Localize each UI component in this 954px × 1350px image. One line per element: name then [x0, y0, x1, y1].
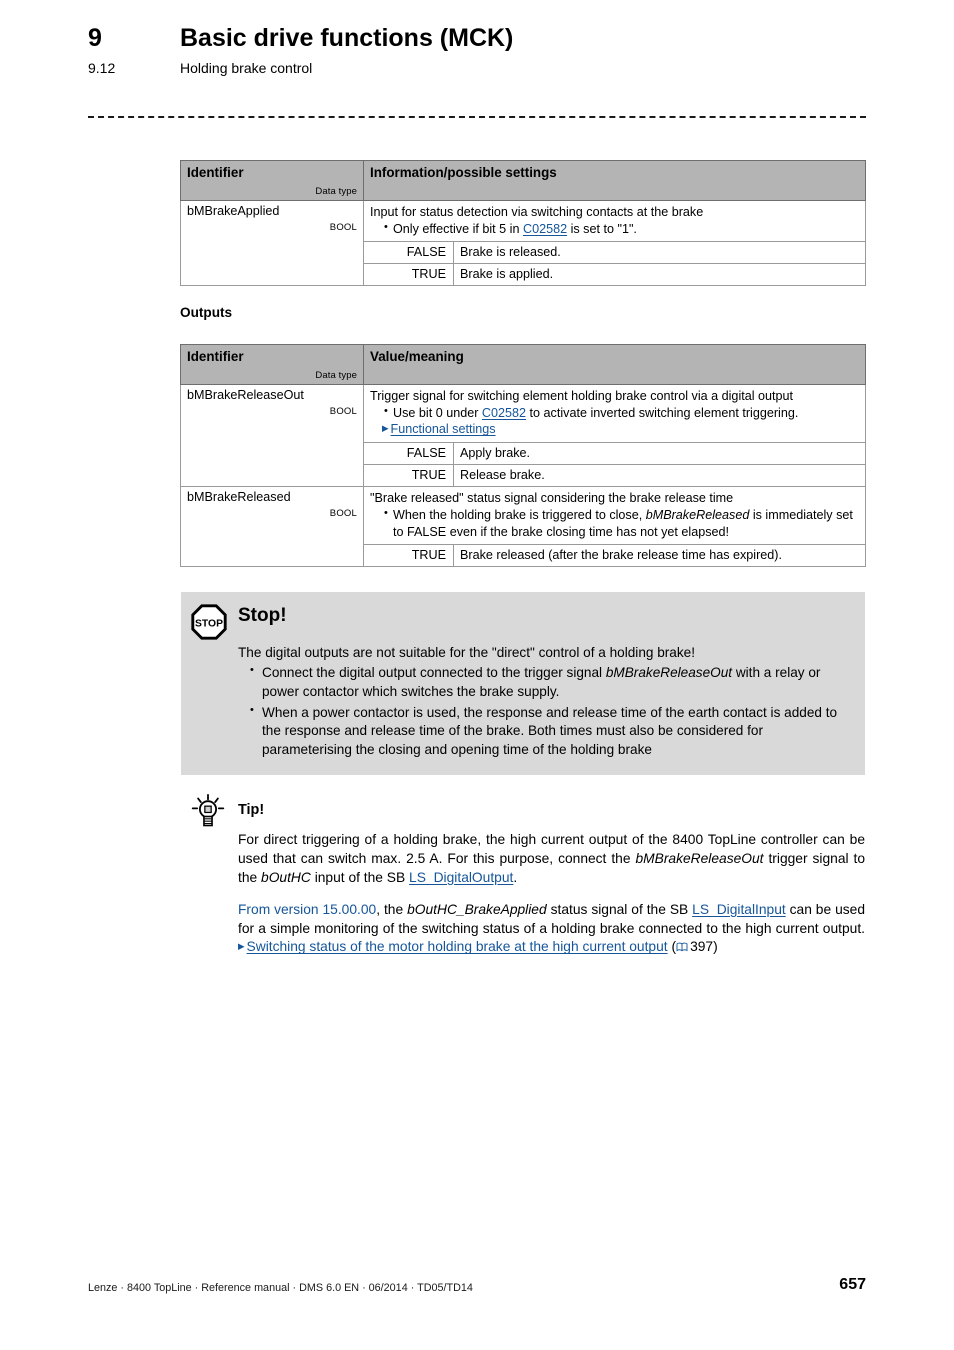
- column-header-value-meaning: Value/meaning: [363, 344, 866, 385]
- section-title: Holding brake control: [180, 60, 313, 76]
- description-cell: "Brake released" status signal consideri…: [363, 486, 866, 546]
- outputs-table: Identifier Data type Value/meaning bMBra…: [180, 344, 866, 568]
- table-header-row: Identifier Data type Information/possibl…: [180, 160, 866, 201]
- book-icon: [676, 939, 688, 952]
- data-type-label: Data type: [315, 370, 357, 381]
- sb-link-ls-digitalinput[interactable]: LS_DigitalInput: [692, 902, 786, 917]
- tip-p2-part-b: status signal of the SB: [546, 901, 693, 917]
- cross-reference-line: ▶ Functional settings: [370, 421, 859, 438]
- list-item: Use bit 0 under C02582 to activate inver…: [384, 404, 859, 422]
- bullet-text-post: to activate inverted switching element t…: [526, 405, 799, 420]
- cross-reference-functional-settings[interactable]: Functional settings: [391, 422, 496, 436]
- identifier-name: bMBrakeReleaseOut: [187, 388, 304, 402]
- table-header-row: Identifier Data type Value/meaning: [180, 344, 866, 385]
- tip-signal-name-3: bOutHC_BrakeApplied: [407, 901, 547, 917]
- bullet-text-pre: When the holding brake is triggered to c…: [393, 507, 646, 522]
- tip-signal-name-2: bOutHC: [261, 869, 311, 885]
- identifier-datatype: BOOL: [329, 222, 357, 233]
- column-header-identifier: Identifier Data type: [180, 160, 364, 201]
- value-meaning: Brake released (after the brake release …: [453, 544, 866, 568]
- stop-octagon-icon: STOP: [191, 604, 227, 640]
- stop-bullets: Connect the digital output connected to …: [238, 663, 848, 760]
- sb-link-ls-digitaloutput[interactable]: LS_DigitalOutput: [409, 870, 513, 885]
- chapter-title: Basic drive functions (MCK): [180, 24, 514, 52]
- tip-p1-part-c: input of the SB: [310, 869, 410, 885]
- value-meaning: Apply brake.: [453, 442, 866, 466]
- description-lead: Trigger signal for switching element hol…: [370, 389, 794, 403]
- identifier-datatype: BOOL: [329, 406, 357, 417]
- identifier-cell: bMBrakeReleaseOut BOOL: [180, 383, 364, 488]
- bullet-signal-name: bMBrakeReleaseOut: [605, 665, 733, 681]
- page-reference-number: 397: [690, 939, 714, 955]
- tip-p1-part-d: .: [513, 869, 518, 885]
- bullet-text-pre: Use bit 0 under: [393, 405, 482, 420]
- identifier-cell: bMBrakeApplied BOOL: [180, 199, 364, 287]
- tip-body: For direct triggering of a holding brake…: [238, 831, 865, 957]
- footer-text: Lenze · 8400 TopLine · Reference manual …: [88, 1282, 473, 1294]
- chapter-heading: 9 Basic drive functions (MCK): [88, 24, 868, 53]
- section-heading: 9.12 Holding brake control: [88, 60, 868, 76]
- table-row: bMBrakeApplied BOOL Input for status det…: [180, 199, 866, 287]
- cross-reference-switching-status[interactable]: Switching status of the motor holding br…: [247, 939, 668, 954]
- section-number: 9.12: [88, 60, 116, 76]
- description-lead: Input for status detection via switching…: [370, 205, 704, 219]
- identifier-name: bMBrakeReleased: [187, 490, 291, 505]
- table-row: bMBrakeReleased BOOL "Brake released" st…: [180, 486, 866, 568]
- stop-body: The digital outputs are not suitable for…: [238, 644, 848, 760]
- stop-warning-box: STOP Stop! The digital outputs are not s…: [181, 592, 865, 775]
- bullet-text-pre: Connect the digital output connected to …: [262, 665, 606, 681]
- inputs-table: Identifier Data type Information/possibl…: [180, 160, 866, 287]
- table-row: bMBrakeReleaseOut BOOL Trigger signal fo…: [180, 383, 866, 488]
- bullet-text-post: is set to "1".: [567, 221, 637, 236]
- column-header-identifier: Identifier Data type: [180, 344, 364, 385]
- bullet-signal-name: bMBrakeReleased: [645, 507, 750, 522]
- tip-paragraph-1: For direct triggering of a holding brake…: [238, 831, 865, 888]
- identifier-name: bMBrakeApplied: [187, 204, 280, 218]
- chapter-number: 9: [88, 24, 102, 52]
- value-meaning: Release brake.: [453, 464, 866, 488]
- page-number: 657: [839, 1276, 866, 1293]
- list-item: Only effective if bit 5 in C02582 is set…: [384, 220, 859, 238]
- description-cell: Input for status detection via switching…: [363, 199, 866, 243]
- value-name: FALSE: [363, 442, 454, 466]
- tip-signal-name-1: bMBrakeReleaseOut: [635, 850, 764, 866]
- page-header: 9 Basic drive functions (MCK) 9.12 Holdi…: [88, 24, 868, 76]
- description-bullets: Only effective if bit 5 in C02582 is set…: [370, 220, 859, 238]
- stop-title: Stop!: [238, 605, 287, 626]
- triangle-right-icon: ▶: [382, 423, 389, 434]
- tip-title: Tip!: [238, 802, 265, 818]
- svg-text:STOP: STOP: [195, 619, 223, 630]
- description-bullets: When the holding brake is triggered to c…: [370, 506, 859, 540]
- version-note: From version 15.00.00: [238, 901, 377, 917]
- list-item: Connect the digital output connected to …: [250, 663, 848, 702]
- outputs-caption: Outputs: [180, 305, 233, 320]
- column-header-information: Information/possible settings: [363, 160, 866, 201]
- list-item: When the holding brake is triggered to c…: [384, 506, 859, 540]
- tip-paragraph-2: From version 15.00.00, the bOutHC_BrakeA…: [238, 901, 865, 955]
- tip-p2-part-a: , the: [376, 901, 408, 917]
- header-divider: [88, 116, 866, 118]
- identifier-cell: bMBrakeReleased BOOL: [180, 486, 364, 568]
- parameter-link-c02582[interactable]: C02582: [523, 222, 567, 236]
- triangle-right-icon: ▶: [238, 941, 245, 952]
- value-name: TRUE: [363, 544, 454, 568]
- identifier-datatype: BOOL: [329, 508, 357, 520]
- list-item: When a power contactor is used, the resp…: [250, 703, 848, 760]
- value-meaning: Brake is applied.: [453, 263, 866, 287]
- stop-lead-text: The digital outputs are not suitable for…: [238, 645, 696, 660]
- parameter-link-c02582[interactable]: C02582: [482, 406, 526, 420]
- value-name: FALSE: [363, 241, 454, 265]
- document-page: 9 Basic drive functions (MCK) 9.12 Holdi…: [0, 0, 954, 1350]
- data-type-label: Data type: [315, 186, 357, 197]
- description-lead: "Brake released" status signal consideri…: [370, 491, 734, 506]
- value-meaning: Brake is released.: [453, 241, 866, 265]
- lightbulb-icon: [190, 793, 226, 831]
- description-cell: Trigger signal for switching element hol…: [363, 383, 866, 444]
- value-name: TRUE: [363, 263, 454, 287]
- bullet-text-pre: Only effective if bit 5 in: [393, 221, 523, 236]
- description-bullets: Use bit 0 under C02582 to activate inver…: [370, 404, 859, 422]
- value-name: TRUE: [363, 464, 454, 488]
